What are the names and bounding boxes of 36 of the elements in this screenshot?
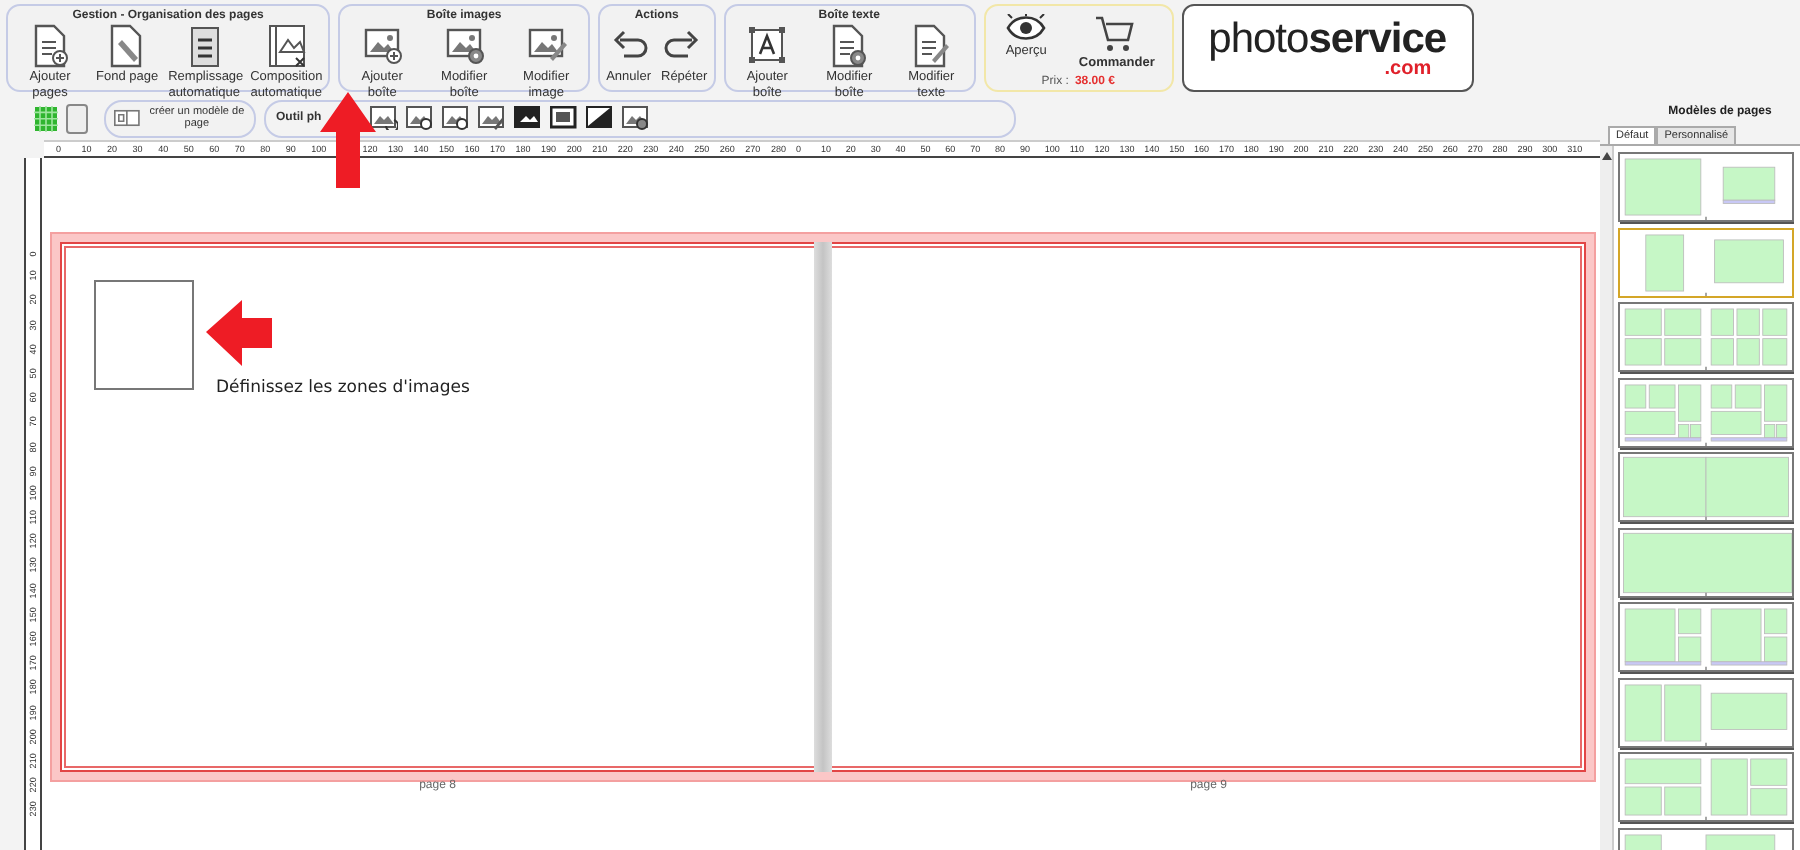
scroll-up-icon (1601, 152, 1611, 160)
layout-thumbnail[interactable] (1618, 527, 1794, 597)
image-gear-icon[interactable] (621, 106, 650, 130)
image-grid-icon (265, 24, 308, 68)
layout-thumbnail[interactable] (1618, 302, 1794, 372)
grid-icon (34, 105, 58, 131)
image-gear-icon (443, 24, 486, 68)
page-icon (66, 103, 88, 133)
layout-thumbnail[interactable] (1618, 752, 1794, 822)
logo-suffix: .com (1384, 59, 1432, 77)
image-zoom-icon[interactable] (441, 106, 470, 130)
layout-icon (114, 108, 140, 128)
layout-thumbnail[interactable] (1618, 452, 1794, 522)
image-icon[interactable] (513, 106, 542, 130)
layout-thumbnail[interactable] (1618, 677, 1794, 747)
scrollbar[interactable] (1600, 146, 1614, 850)
layout-thumbnail[interactable] (1618, 602, 1794, 672)
hint-text: Définissez les zones d'images (216, 378, 470, 398)
document-gear-icon (828, 24, 871, 68)
layout-thumbnail[interactable] (1618, 377, 1794, 447)
layout-thumbnail[interactable] (1618, 152, 1794, 222)
logo-text: photoservice (1208, 19, 1447, 59)
document-add-icon (29, 24, 71, 68)
layout-thumbnail[interactable] (1618, 227, 1794, 297)
text-box-icon (746, 24, 789, 68)
image-frame[interactable] (94, 280, 194, 390)
eye-icon (1006, 14, 1047, 42)
image-add-icon (361, 24, 404, 68)
image-pen-icon[interactable] (477, 106, 506, 130)
image-zoom-icon[interactable] (405, 106, 434, 130)
cart-icon (1094, 14, 1135, 54)
pointer-arrow (206, 300, 272, 366)
image-icon[interactable] (585, 106, 614, 130)
image-rotate-icon[interactable] (369, 106, 398, 130)
image-icon[interactable] (549, 106, 578, 130)
document-pen-icon (910, 24, 953, 68)
